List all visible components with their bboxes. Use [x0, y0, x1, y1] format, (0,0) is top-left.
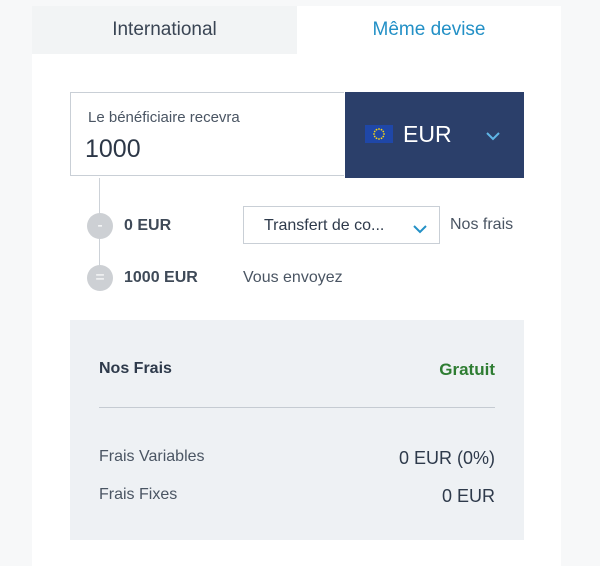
- fee-amount: 0 EUR: [124, 217, 172, 234]
- transfer-type-value: Transfert de co...: [264, 217, 385, 234]
- fees-divider: [99, 407, 495, 408]
- minus-icon: -: [87, 213, 113, 239]
- fees-title: Nos Frais: [99, 360, 172, 377]
- transfer-type-select[interactable]: Transfert de co...: [243, 206, 440, 244]
- fee-type-label: Nos frais: [450, 216, 514, 233]
- fixed-fees-label: Frais Fixes: [99, 486, 178, 503]
- recipient-amount-label: Le bénéficiaire recevra: [88, 109, 240, 126]
- total-amount: 1000 EUR: [124, 269, 198, 286]
- fixed-fees-value: 0 EUR: [441, 486, 495, 506]
- tab-bar: International Même devise: [32, 6, 561, 54]
- recipient-amount-field[interactable]: Le bénéficiaire recevra: [70, 92, 344, 176]
- chevron-down-icon: [412, 221, 428, 239]
- transfer-card: International Même devise Le bénéficiair…: [32, 6, 561, 566]
- eu-flag-icon: [365, 125, 393, 143]
- recipient-amount-input[interactable]: [85, 135, 335, 164]
- send-label: Vous envoyez: [243, 269, 343, 286]
- fees-status: Gratuit: [439, 360, 495, 379]
- tab-same-currency[interactable]: Même devise: [297, 6, 561, 54]
- equals-icon: =: [87, 265, 113, 291]
- tab-international[interactable]: International: [32, 6, 297, 54]
- currency-select[interactable]: EUR: [345, 92, 524, 178]
- variable-fees-value: 0 EUR (0%): [398, 448, 495, 468]
- currency-code: EUR: [403, 121, 452, 147]
- chevron-down-icon: [485, 128, 501, 146]
- variable-fees-label: Frais Variables: [99, 448, 205, 465]
- fees-summary-panel: Nos Frais Gratuit Frais Variables 0 EUR …: [70, 320, 524, 540]
